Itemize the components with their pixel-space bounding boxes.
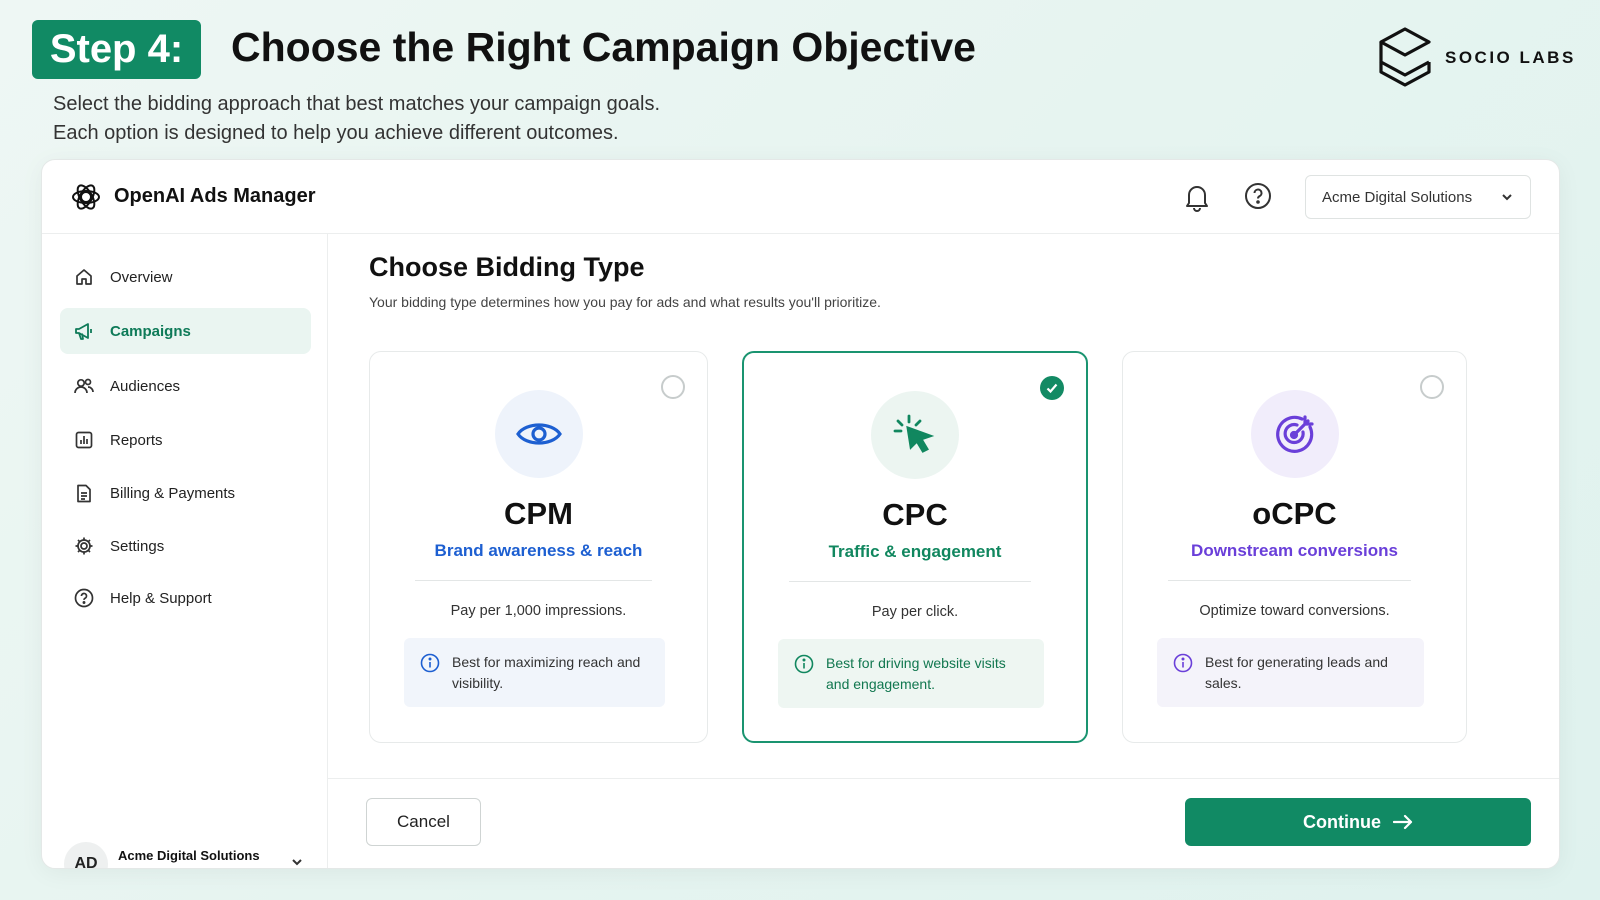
bell-icon[interactable] <box>1183 182 1211 212</box>
brand-logo: SOCIO LABS <box>1377 26 1576 90</box>
continue-button[interactable]: Continue <box>1185 798 1531 846</box>
sidebar-item-label: Reports <box>110 431 163 449</box>
openai-logo-icon <box>72 184 100 210</box>
info-icon <box>420 653 440 673</box>
chevron-down-icon <box>292 859 302 866</box>
arrow-right-icon <box>1393 814 1413 830</box>
page-title: Choose the Right Campaign Objective <box>231 24 976 70</box>
users-icon <box>74 376 94 396</box>
account-selector[interactable]: Acme Digital Solutions <box>1305 175 1531 219</box>
user-role: Advertiser <box>118 866 260 868</box>
sidebar-item-campaigns[interactable]: Campaigns <box>60 308 311 354</box>
user-info: Acme Digital Solutions Advertiser <box>118 848 260 868</box>
user-account-card[interactable]: AD Acme Digital Solutions Advertiser <box>64 841 304 868</box>
sidebar-item-label: Help & Support <box>110 589 212 607</box>
option-note-text: Best for driving website visits and enga… <box>826 655 1006 692</box>
sidebar-item-billing[interactable]: Billing & Payments <box>60 470 311 516</box>
radio-button-checked[interactable] <box>1040 376 1064 400</box>
app-name: OpenAI Ads Manager <box>114 185 316 207</box>
brand-name: SOCIO LABS <box>1445 48 1576 67</box>
invoice-icon <box>74 483 94 503</box>
sidebar-item-settings[interactable]: Settings <box>60 523 311 569</box>
avatar: AD <box>64 842 108 868</box>
divider <box>1168 580 1411 581</box>
divider <box>415 580 652 581</box>
option-title: CPM <box>504 496 573 531</box>
help-circle-icon[interactable] <box>1244 182 1272 210</box>
cancel-button[interactable]: Cancel <box>366 798 481 846</box>
ads-manager-window: OpenAI Ads Manager Acme Digital Solution… <box>41 159 1560 869</box>
divider <box>789 581 1031 582</box>
bidding-option-cpm[interactable]: CPM Brand awareness & reach Pay per 1,00… <box>369 351 708 743</box>
checkmark-icon <box>1046 383 1058 394</box>
cursor-click-icon <box>871 391 959 479</box>
sidebar-item-help[interactable]: Help & Support <box>60 575 311 621</box>
option-subtitle: Traffic & engagement <box>828 542 1002 561</box>
sidebar: Overview Campaigns Audiences Reports Bil… <box>42 234 328 868</box>
option-note-text: Best for generating leads and sales. <box>1205 654 1388 691</box>
option-title: CPC <box>882 497 948 532</box>
socio-labs-logo-icon <box>1379 27 1431 87</box>
home-icon <box>74 267 94 287</box>
option-note: Best for driving website visits and enga… <box>778 639 1044 708</box>
option-description: Optimize toward conversions. <box>1199 603 1390 619</box>
app-topbar: OpenAI Ads Manager Acme Digital Solution… <box>42 160 1559 234</box>
option-note: Best for generating leads and sales. <box>1157 638 1424 707</box>
info-icon <box>1173 653 1193 673</box>
sidebar-item-label: Audiences <box>110 377 181 395</box>
sidebar-item-label: Overview <box>110 268 173 286</box>
target-icon <box>1250 390 1339 478</box>
account-selector-label: Acme Digital Solutions <box>1322 188 1473 206</box>
subtitle-line-1: Select the bidding approach that best ma… <box>53 93 661 115</box>
continue-button-label: Continue <box>1303 811 1381 832</box>
gear-icon <box>74 536 94 556</box>
eye-icon <box>494 390 583 478</box>
option-description: Pay per click. <box>871 604 959 620</box>
page-subtitle: Select the bidding approach that best ma… <box>53 90 660 148</box>
radio-button[interactable] <box>1420 375 1444 399</box>
bidding-option-cpc[interactable]: CPC Traffic & engagement Pay per click. … <box>742 351 1088 743</box>
step-badge: Step 4: <box>32 20 201 79</box>
sidebar-item-reports[interactable]: Reports <box>60 417 311 463</box>
chevron-down-icon <box>1502 194 1512 201</box>
option-subtitle: Downstream conversions <box>1191 541 1398 560</box>
bidding-option-ocpc[interactable]: oCPC Downstream conversions Optimize tow… <box>1122 351 1467 743</box>
megaphone-icon <box>74 321 94 341</box>
user-name: Acme Digital Solutions <box>118 848 260 863</box>
section-description: Your bidding type determines how you pay… <box>369 294 881 310</box>
option-note: Best for maximizing reach and visibility… <box>404 638 665 707</box>
option-description: Pay per 1,000 impressions. <box>450 603 627 619</box>
footer-divider <box>328 778 1559 779</box>
bar-chart-icon <box>74 430 94 450</box>
subtitle-line-2: Each option is designed to help you achi… <box>53 122 619 144</box>
radio-button[interactable] <box>661 375 685 399</box>
sidebar-item-overview[interactable]: Overview <box>60 254 311 300</box>
option-note-text: Best for maximizing reach and visibility… <box>452 654 641 691</box>
help-circle-icon <box>74 588 94 608</box>
sidebar-item-audiences[interactable]: Audiences <box>60 363 311 409</box>
option-subtitle: Brand awareness & reach <box>434 541 643 560</box>
sidebar-item-label: Campaigns <box>110 322 191 340</box>
option-title: oCPC <box>1252 496 1337 531</box>
info-icon <box>794 654 814 674</box>
section-title: Choose Bidding Type <box>369 252 645 282</box>
sidebar-item-label: Settings <box>110 537 165 555</box>
sidebar-item-label: Billing & Payments <box>110 484 236 502</box>
